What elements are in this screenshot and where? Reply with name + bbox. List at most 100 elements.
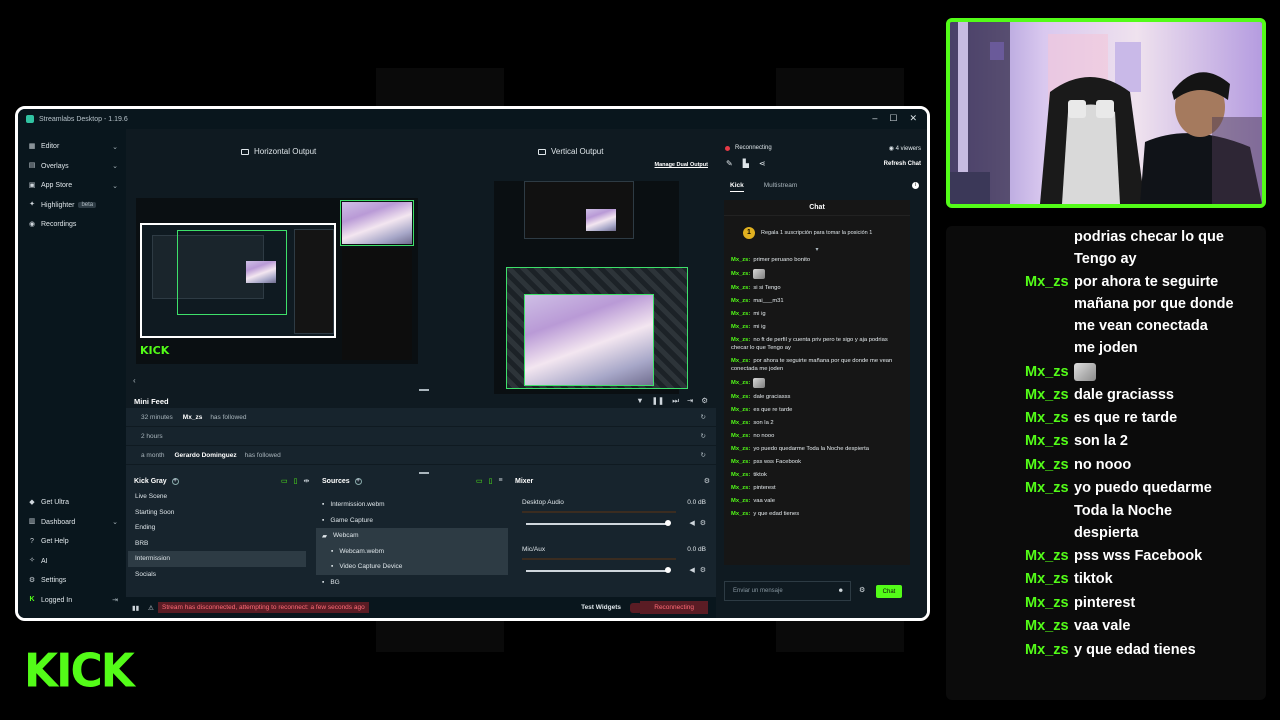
alert-icon[interactable]: ⚠ xyxy=(148,604,154,612)
source-item[interactable]: ▪ Webcam.webm xyxy=(316,543,508,559)
mobile-icon[interactable]: ▯ xyxy=(489,477,493,485)
dashboard-mini-icon[interactable]: ▙ xyxy=(743,159,749,168)
chat-username[interactable]: Mx_zs: xyxy=(731,311,750,317)
logout-icon[interactable]: ⇥ xyxy=(112,596,118,604)
sidebar-item-highlighter[interactable]: ✦ Highlighter beta xyxy=(18,196,126,216)
chat-username[interactable]: Mx_zs: xyxy=(731,358,750,364)
gift-sub-promo[interactable]: 1 Regala 1 suscripción para tomar la pos… xyxy=(728,222,906,244)
scene-item[interactable]: Ending xyxy=(128,520,306,536)
scene-item[interactable]: Starting Soon xyxy=(128,505,306,521)
volume-slider[interactable] xyxy=(526,520,671,526)
stream-status-text: Reconnecting xyxy=(735,145,772,151)
volume-slider[interactable] xyxy=(526,567,671,573)
chat-username[interactable]: Mx_zs: xyxy=(731,407,750,413)
mixer-settings-icon[interactable]: ⚙ xyxy=(704,477,710,485)
display-icon[interactable]: ▭ xyxy=(476,477,483,485)
chat-username[interactable]: Mx_zs: xyxy=(731,257,750,263)
close-icon[interactable]: ✕ xyxy=(909,113,917,124)
filter-icon[interactable]: ▼ xyxy=(636,396,643,406)
chat-username[interactable]: Mx_zs: xyxy=(731,485,750,491)
chat-username[interactable]: Mx_zs: xyxy=(731,324,750,330)
chat-username[interactable]: Mx_zs: xyxy=(731,433,750,439)
scene-item[interactable]: Socials xyxy=(128,567,306,583)
chat-username[interactable]: Mx_zs: xyxy=(731,511,750,517)
resize-handle[interactable] xyxy=(419,389,429,391)
share-icon[interactable]: ⋖ xyxy=(759,159,766,168)
add-source-icon[interactable]: + xyxy=(354,477,362,485)
maximize-icon[interactable]: ☐ xyxy=(889,113,897,124)
sidebar-item-get-ultra[interactable]: ◆ Get Ultra xyxy=(18,493,126,513)
slider-knob[interactable] xyxy=(665,520,671,526)
chat-panel-tools: ✎ ▙ ⋖ xyxy=(726,159,766,168)
chat-username[interactable]: Mx_zs: xyxy=(731,394,750,400)
channel-settings-icon[interactable]: ⚙ xyxy=(700,519,706,527)
edit-icon[interactable]: ✎ xyxy=(726,159,733,168)
resize-handle[interactable] xyxy=(419,472,429,474)
sidebar-item-get-help[interactable]: ? Get Help xyxy=(18,532,126,552)
sidebar-item-logged-in[interactable]: K Logged In ⇥ xyxy=(18,591,126,611)
chat-input[interactable]: Enviar un mensaje ☻ xyxy=(724,581,851,601)
source-item[interactable]: ▪ Video Capture Device xyxy=(316,559,508,575)
expand-chevron-icon[interactable]: ▾ xyxy=(724,246,910,253)
source-item[interactable]: ▪ Game Capture xyxy=(316,513,508,529)
collapse-left-icon[interactable]: ‹ xyxy=(133,376,136,385)
chat-username[interactable]: Mx_zs: xyxy=(731,285,750,291)
emoji-icon[interactable]: ☻ xyxy=(838,588,844,594)
mini-feed-controls: ▼ ❚❚ ⏭ ⇥ ⚙ xyxy=(636,396,708,406)
sources-menu-icon[interactable]: ≡ xyxy=(498,477,502,485)
vertical-canvas[interactable] xyxy=(494,181,688,397)
stats-icon[interactable]: ▮▮ xyxy=(132,604,139,612)
manage-dual-output-link[interactable]: Manage Dual Output xyxy=(655,162,708,168)
replay-alert-icon[interactable]: ↻ xyxy=(701,432,706,440)
chat-send-button[interactable]: Chat xyxy=(876,585,902,598)
sidebar-item-editor[interactable]: ▦ Editor ⌄ xyxy=(18,137,126,157)
chat-username[interactable]: Mx_zs: xyxy=(731,420,750,426)
chat-settings-icon[interactable]: ⚙ xyxy=(859,586,865,594)
mobile-icon[interactable]: ▯ xyxy=(294,477,298,485)
source-item[interactable]: ▪ Intermission.webm xyxy=(316,497,508,513)
sidebar-item-dashboard[interactable]: ▥ Dashboard ⌄ xyxy=(18,513,126,533)
tab-multistream[interactable]: Multistream xyxy=(764,182,798,192)
reconnecting-button[interactable]: Reconnecting xyxy=(640,601,708,614)
horizontal-canvas[interactable]: KICK xyxy=(136,198,418,364)
scene-item[interactable]: BRB xyxy=(128,536,306,552)
chat-username[interactable]: Mx_zs: xyxy=(731,271,750,277)
add-scene-icon[interactable]: + xyxy=(171,477,179,485)
replay-alert-icon[interactable]: ↻ xyxy=(701,413,706,421)
info-icon[interactable]: i xyxy=(912,182,919,189)
sidebar-item-settings[interactable]: ⚙ Settings xyxy=(18,571,126,591)
popout-icon[interactable]: ⇥ xyxy=(687,396,693,406)
scene-collection-title[interactable]: Kick Gray xyxy=(134,478,167,485)
chat-username[interactable]: Mx_zs: xyxy=(731,472,750,478)
chat-username[interactable]: Mx_zs: xyxy=(731,337,750,343)
tab-kick[interactable]: Kick xyxy=(730,182,744,192)
sidebar-item-overlays[interactable]: ▤ Overlays ⌄ xyxy=(18,157,126,177)
transitions-icon[interactable]: ⇹ xyxy=(303,477,309,485)
chat-username[interactable]: Mx_zs: xyxy=(731,459,750,465)
chat-username[interactable]: Mx_zs: xyxy=(731,498,750,504)
display-icon[interactable]: ▭ xyxy=(281,477,288,485)
scene-item[interactable]: Live Scene xyxy=(128,489,306,505)
source-item[interactable]: ▪ BG xyxy=(316,575,508,591)
minimize-icon[interactable]: – xyxy=(872,113,877,124)
refresh-chat-button[interactable]: Refresh Chat xyxy=(884,161,921,167)
slider-knob[interactable] xyxy=(665,567,671,573)
speaker-icon[interactable]: ◀ xyxy=(689,519,694,527)
speaker-icon[interactable]: ◀ xyxy=(689,566,694,574)
vertical-webcam-mini xyxy=(586,209,616,231)
chat-username[interactable]: Mx_zs: xyxy=(731,298,750,304)
sidebar-item-app-store[interactable]: ▣ App Store ⌄ xyxy=(18,176,126,196)
sidebar-item-ai[interactable]: ✧ AI xyxy=(18,552,126,572)
replay-alert-icon[interactable]: ↻ xyxy=(701,451,706,459)
sidebar-item-recordings[interactable]: ◉ Recordings xyxy=(18,215,126,235)
channel-settings-icon[interactable]: ⚙ xyxy=(700,566,706,574)
source-item[interactable]: ▰ Webcam xyxy=(316,528,508,544)
pause-icon[interactable]: ❚❚ xyxy=(652,396,665,406)
skip-icon[interactable]: ⏭ xyxy=(672,396,679,406)
mini-feed-settings-icon[interactable]: ⚙ xyxy=(701,396,708,406)
chat-message: Mx_zs: xyxy=(724,375,910,390)
chat-username[interactable]: Mx_zs: xyxy=(731,380,750,386)
chat-username[interactable]: Mx_zs: xyxy=(731,446,750,452)
test-widgets-button[interactable]: Test Widgets xyxy=(581,604,621,611)
scene-item[interactable]: Intermission xyxy=(128,551,306,567)
